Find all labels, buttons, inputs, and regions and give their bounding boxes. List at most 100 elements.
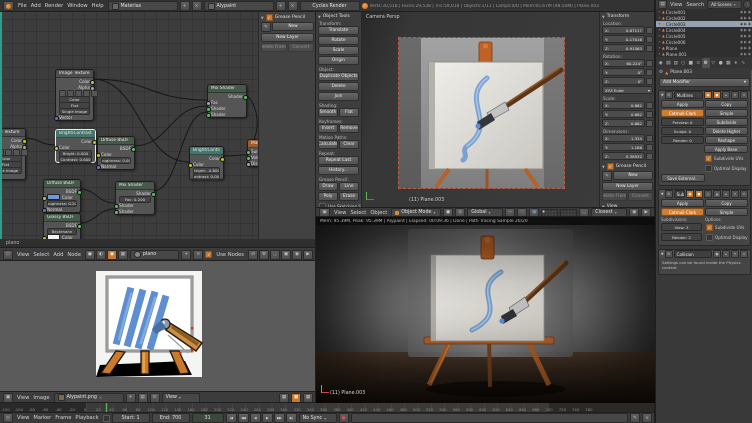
tab-render-layers[interactable]: ▤: [665, 58, 673, 68]
number-field[interactable]: View: 3: [661, 223, 702, 231]
tab-material[interactable]: ●: [717, 58, 725, 68]
restrict-render-icon[interactable]: ◉: [748, 22, 751, 26]
restrict-render-icon[interactable]: ◉: [748, 40, 751, 44]
timeline-ruler[interactable]: -120-100-80-60-40-2002040608010012014016…: [0, 403, 655, 413]
viewport-shading-icon[interactable]: ●: [443, 208, 453, 217]
button-copy[interactable]: Copy: [705, 199, 748, 207]
layer-toggle[interactable]: [554, 213, 557, 216]
expand-icon[interactable]: +: [658, 22, 661, 26]
prev-keyframe-icon[interactable]: ◀◀: [238, 413, 249, 423]
node-diffuse-bsdf[interactable]: Diffuse BSDFBSDFColorRoughness: 0.200Nor…: [43, 179, 81, 213]
tool-button-insert[interactable]: Insert: [318, 124, 338, 133]
menu-render[interactable]: Render: [43, 3, 65, 9]
pencil-icon[interactable]: ✎: [261, 22, 271, 32]
draw-channel-color-alpha-icon[interactable]: ▦: [291, 393, 301, 403]
number-field[interactable]: Preview: 0: [661, 118, 704, 126]
number-field[interactable]: Sculpt: 0: [661, 127, 704, 135]
input-socket[interactable]: [246, 162, 251, 167]
node-diffuse-bsdf[interactable]: Diffuse BSDFBSDFColorRoughness: 0.000Nor…: [97, 136, 135, 170]
node-header[interactable]: Mix Shader: [116, 182, 154, 190]
expand-icon[interactable]: +: [658, 46, 661, 50]
menu-add[interactable]: Add: [29, 3, 43, 9]
tool-button-scale[interactable]: Scale: [318, 46, 359, 55]
modifier-toggle[interactable]: ◉: [704, 91, 712, 99]
render-opengl-anim-icon[interactable]: ▶: [641, 208, 651, 217]
modifier-toggle[interactable]: ●: [713, 91, 721, 99]
snap-element-icon[interactable]: ▣: [281, 250, 291, 260]
tool-button-duplicate-objects[interactable]: Duplicate Objects: [318, 72, 359, 81]
layer-toggle[interactable]: [573, 213, 576, 216]
node-header[interactable]: Diffuse BSDF: [44, 180, 80, 188]
node-header[interactable]: Image Texture: [56, 70, 93, 78]
node-mix-shader[interactable]: Mix ShaderShaderFac: 0.200ShaderShader: [115, 181, 155, 215]
editor-type-image-icon[interactable]: ▣: [3, 393, 13, 403]
collapse-arrow-icon[interactable]: ▼: [661, 93, 664, 97]
layer-group[interactable]: [560, 209, 577, 217]
render-still-icon[interactable]: ◉: [292, 250, 302, 260]
tab-texture[interactable]: ▦: [725, 58, 733, 68]
tab-world[interactable]: ○: [680, 58, 688, 68]
scene-selector[interactable]: Alypaint: [204, 1, 274, 11]
outliner-search-input[interactable]: ○: [743, 0, 751, 9]
tab-object[interactable]: ■: [687, 58, 695, 68]
node-mix-shader[interactable]: Mix ShaderShaderFacShaderShader: [207, 84, 247, 118]
draw-channel-color-icon[interactable]: ▦: [279, 393, 289, 403]
add-modifier-dropdown[interactable]: Add Modifier▾: [659, 78, 750, 87]
button-catmull-clark[interactable]: Catmull-Clark: [661, 208, 704, 216]
expand-icon[interactable]: +: [658, 10, 661, 14]
tool-button-history-[interactable]: History...: [318, 166, 359, 175]
viewport-3d-area[interactable]: Camera Persp (11) Plane.003: [361, 12, 600, 208]
button-catmull-clark[interactable]: Catmull-Clark: [661, 109, 704, 117]
input-socket[interactable]: [54, 116, 59, 121]
expand-icon[interactable]: +: [658, 40, 661, 44]
lock-icon[interactable]: [646, 36, 653, 43]
node-header[interactable]: Image Texture: [0, 129, 25, 137]
lock-icon[interactable]: [646, 111, 653, 118]
modifier-toggle[interactable]: ◎: [704, 190, 712, 198]
button-apply[interactable]: Apply: [661, 100, 704, 108]
grease-pencil-panel-header[interactable]: ▼✓ Grease Pencil: [600, 161, 655, 171]
modifier-toggle[interactable]: ◉: [686, 190, 694, 198]
menu-view[interactable]: View: [668, 2, 684, 8]
grease-pencil-new-button[interactable]: New: [613, 171, 653, 180]
convert-button[interactable]: Convert: [628, 192, 653, 201]
lock-icon[interactable]: [646, 144, 653, 151]
unlink-image-icon[interactable]: ×: [99, 395, 102, 400]
node-header[interactable]: Glossy BSDF: [44, 214, 80, 222]
jump-to-start-icon[interactable]: |◀: [226, 413, 237, 423]
new-layer-button[interactable]: New Layer: [261, 33, 314, 42]
layer-group[interactable]: [541, 209, 558, 217]
lock-icon[interactable]: [646, 78, 653, 85]
outliner-display-selector[interactable]: All Scenes▾: [707, 0, 742, 9]
button-save-external-[interactable]: Save External...: [661, 174, 705, 182]
current-frame-field[interactable]: 31: [192, 413, 224, 423]
button-delete-higher[interactable]: Delete Higher: [705, 127, 748, 135]
tool-button-origin[interactable]: Origin: [318, 56, 359, 65]
outliner-row-circle003[interactable]: +▲Circle003◉▶◉: [656, 21, 752, 27]
shader-type-object-icon[interactable]: ●: [85, 250, 95, 260]
editor-type-info-icon[interactable]: [3, 1, 14, 11]
grease-pencil-new-button[interactable]: New: [272, 22, 314, 31]
axis-value-field[interactable]: X:0.87117: [602, 26, 645, 34]
play-reverse-icon[interactable]: ◀: [250, 413, 261, 423]
move-down-icon[interactable]: ▾: [731, 190, 739, 198]
input-socket[interactable]: [42, 208, 47, 213]
lock-icon[interactable]: [646, 135, 653, 142]
tool-button-remove[interactable]: Remove: [339, 124, 359, 133]
tool-button-translate[interactable]: Translate: [318, 26, 359, 35]
shader-type-world-icon[interactable]: ◐: [96, 250, 106, 260]
menu-image[interactable]: Image: [31, 395, 51, 401]
restrict-view-icon[interactable]: ◉: [740, 52, 743, 56]
menu-search[interactable]: Search: [684, 2, 706, 8]
outliner-row-plane[interactable]: +▲Plane◉▶◉: [656, 45, 752, 51]
expand-icon[interactable]: +: [658, 52, 661, 56]
restrict-select-icon[interactable]: ▶: [744, 22, 747, 26]
lock-icon[interactable]: [646, 27, 653, 34]
tab-particles[interactable]: ∗: [732, 58, 740, 68]
restrict-render-icon[interactable]: ◉: [748, 28, 751, 32]
modifier-name-field[interactable]: Multires: [674, 91, 703, 99]
menu-object[interactable]: Object: [368, 210, 389, 216]
button-reshape[interactable]: Reshape: [705, 136, 748, 144]
restrict-view-icon[interactable]: ◉: [740, 28, 743, 32]
restrict-render-icon[interactable]: ◉: [748, 10, 751, 14]
